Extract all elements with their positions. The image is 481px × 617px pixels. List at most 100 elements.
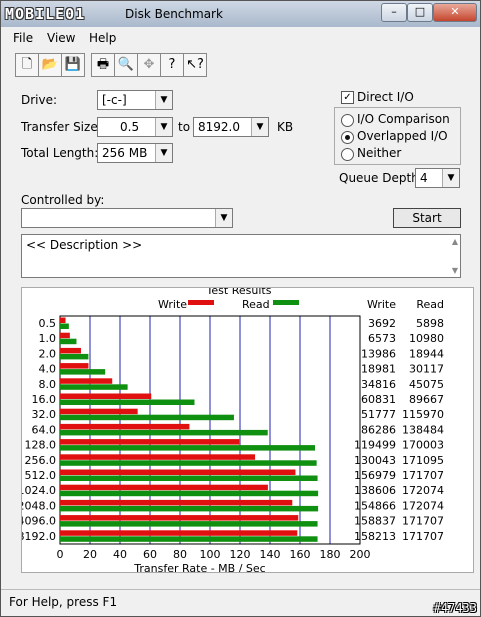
print-icon[interactable]: 🖶 bbox=[91, 53, 115, 77]
open-icon[interactable]: 📂 bbox=[38, 53, 62, 77]
drive-select[interactable]: [-c-] ▼ bbox=[97, 90, 173, 110]
radio-io-comparison-label: I/O Comparison bbox=[357, 112, 450, 126]
write-value: 18981 bbox=[361, 363, 396, 376]
read-value: 10980 bbox=[409, 332, 444, 345]
radio-neither-label: Neither bbox=[357, 146, 402, 160]
maximize-button[interactable]: □ bbox=[407, 3, 433, 22]
read-value: 171707 bbox=[402, 469, 444, 482]
print-preview-icon[interactable]: 🔍 bbox=[114, 53, 138, 77]
category-label: 128.0 bbox=[25, 439, 57, 452]
total-length-select[interactable]: 256 MB ▼ bbox=[97, 143, 173, 163]
move-icon[interactable]: ✥ bbox=[137, 53, 161, 77]
chevron-down-icon: ▼ bbox=[215, 209, 232, 227]
controlled-by-select[interactable]: ▼ bbox=[21, 208, 233, 228]
kb-label: KB bbox=[277, 120, 294, 134]
title-bar: MOBILE01 Disk Benchmark – □ ✕ bbox=[1, 1, 480, 27]
scroll-down-icon[interactable]: ▼ bbox=[452, 266, 458, 275]
read-value: 170003 bbox=[402, 439, 444, 452]
read-bar bbox=[60, 505, 319, 512]
write-bar bbox=[60, 393, 152, 399]
menu-help[interactable]: Help bbox=[89, 31, 116, 45]
write-value: 3692 bbox=[368, 317, 396, 330]
read-bar bbox=[60, 445, 316, 451]
new-icon[interactable]: 🗋 bbox=[15, 53, 39, 77]
write-bar bbox=[60, 515, 299, 521]
menu-bar: File View Help bbox=[1, 28, 480, 48]
test-results-panel: Test Results Write Read Write Read 0.5 3692 589… bbox=[18, 284, 474, 575]
write-value: 138606 bbox=[354, 484, 396, 497]
read-value: 45075 bbox=[409, 378, 444, 391]
minimize-button[interactable]: – bbox=[381, 3, 407, 22]
write-column-header: Write bbox=[367, 298, 396, 311]
write-bar bbox=[60, 347, 81, 354]
read-value: 5898 bbox=[416, 317, 444, 330]
status-text: For Help, press F1 bbox=[9, 595, 118, 609]
read-value: 171707 bbox=[402, 515, 444, 528]
save-icon[interactable]: 💾 bbox=[61, 53, 85, 77]
category-label: 1.0 bbox=[39, 332, 57, 345]
read-value: 89667 bbox=[409, 393, 444, 406]
radio-io-comparison[interactable] bbox=[341, 114, 354, 127]
scroll-up-icon[interactable]: ▲ bbox=[452, 237, 458, 246]
write-value: 60831 bbox=[361, 393, 396, 406]
read-bar bbox=[60, 353, 89, 360]
menu-view[interactable]: View bbox=[47, 31, 75, 45]
write-value: 34816 bbox=[361, 378, 396, 391]
legend-read-swatch bbox=[273, 300, 299, 305]
watermark: #47433 bbox=[433, 601, 477, 615]
transfer-from-select[interactable]: 0.5 ▼ bbox=[97, 117, 173, 137]
category-label: 512.0 bbox=[25, 469, 57, 482]
read-bar bbox=[60, 490, 319, 497]
help-icon[interactable]: ? bbox=[160, 53, 184, 77]
total-length-value: 256 MB bbox=[102, 146, 148, 160]
write-bar bbox=[60, 484, 268, 491]
read-bar bbox=[60, 399, 195, 405]
write-bar bbox=[60, 469, 296, 475]
x-tick-label: 140 bbox=[260, 548, 281, 561]
context-help-icon[interactable]: ↖? bbox=[183, 53, 207, 77]
close-button[interactable]: ✕ bbox=[433, 3, 477, 22]
radio-overlapped-io-label: Overlapped I/O bbox=[357, 129, 448, 143]
write-bar bbox=[60, 378, 113, 384]
legend-write-label: Write bbox=[158, 298, 187, 311]
controlled-by-label: Controlled by: bbox=[21, 193, 105, 207]
category-label: 256.0 bbox=[25, 454, 57, 467]
queue-depth-select[interactable]: 4 ▼ bbox=[415, 168, 460, 188]
read-value: 30117 bbox=[409, 363, 444, 376]
read-bar bbox=[60, 323, 69, 329]
direct-io-checkbox[interactable]: ✓ bbox=[341, 91, 354, 104]
read-bar bbox=[60, 414, 234, 421]
x-tick-label: 100 bbox=[200, 548, 221, 561]
menu-file[interactable]: File bbox=[13, 31, 33, 45]
read-value: 172074 bbox=[402, 484, 444, 497]
read-bar bbox=[60, 369, 106, 375]
total-length-label: Total Length: bbox=[21, 146, 99, 160]
legend-write-swatch bbox=[188, 300, 214, 305]
x-tick-label: 120 bbox=[230, 548, 251, 561]
write-bar bbox=[60, 454, 256, 460]
legend-read-label: Read bbox=[242, 298, 270, 311]
radio-overlapped-io[interactable] bbox=[341, 131, 354, 144]
write-value: 158837 bbox=[354, 515, 396, 528]
write-bar bbox=[60, 499, 293, 506]
logo: MOBILE01 bbox=[5, 5, 86, 23]
window-title: Disk Benchmark bbox=[125, 7, 223, 21]
write-bar bbox=[60, 530, 298, 536]
start-button[interactable]: Start bbox=[393, 208, 461, 228]
chevron-down-icon: ▼ bbox=[251, 118, 268, 136]
read-column-header: Read bbox=[416, 298, 444, 311]
write-value: 156979 bbox=[354, 469, 396, 482]
read-value: 172074 bbox=[402, 499, 444, 512]
radio-neither[interactable] bbox=[341, 148, 354, 161]
read-bar bbox=[60, 475, 318, 481]
io-mode-group: I/O Comparison Overlapped I/O Neither bbox=[334, 107, 461, 165]
write-value: 86286 bbox=[361, 423, 396, 436]
chevron-down-icon: ▼ bbox=[155, 91, 172, 109]
x-tick-label: 40 bbox=[113, 548, 127, 561]
transfer-from-value: 0.5 bbox=[120, 120, 140, 134]
write-bar bbox=[60, 332, 70, 339]
results-title: Test Results bbox=[206, 288, 272, 297]
write-bar bbox=[60, 439, 240, 445]
transfer-to-select[interactable]: 8192.0 ▼ bbox=[193, 117, 269, 137]
description-box[interactable]: << Description >> ▲ ▼ bbox=[21, 234, 461, 278]
